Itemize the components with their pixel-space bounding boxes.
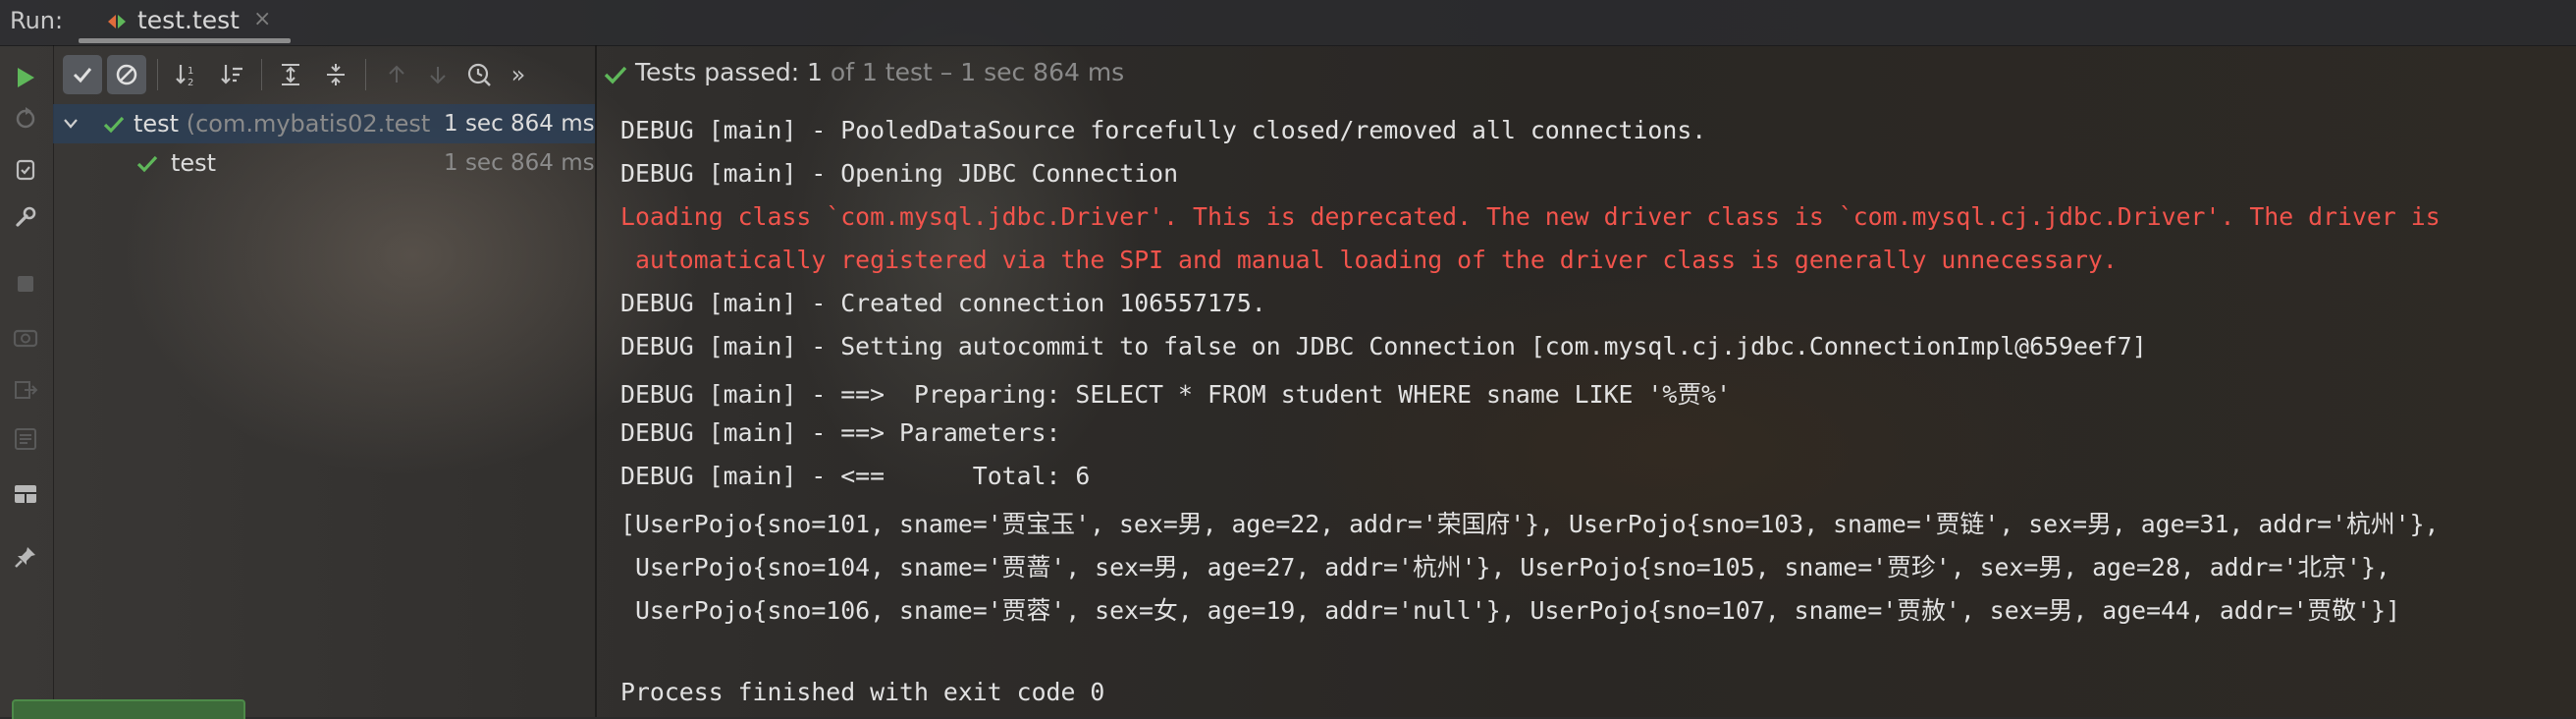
layout-button[interactable]: [9, 477, 42, 511]
collapse-all-button[interactable]: [316, 55, 355, 94]
next-failed-button[interactable]: [418, 55, 457, 94]
sort-duration-icon: [221, 65, 242, 84]
toolbar-separator: [365, 59, 366, 90]
close-icon[interactable]: ×: [253, 7, 271, 31]
layout-icon: [15, 485, 36, 503]
rerun-failed-icon: [16, 107, 35, 129]
tree-child-time: 1 sec 864 ms: [444, 150, 595, 176]
arrow-up-icon: [389, 65, 404, 83]
stop-button[interactable]: [9, 267, 42, 301]
test-tree: test (com.mybatis02.test 1 sec 864 ms te…: [53, 102, 595, 717]
console-line: UserPojo{sno=106, sname='贾蓉', sex=女, age…: [620, 596, 2401, 625]
run-tab-bar: Run: test.test ×: [0, 0, 2576, 46]
bottom-tool-tab[interactable]: [12, 699, 245, 719]
test-toolbar: 12 » Tests passed: 1 of 1 test – 1 sec 8…: [53, 45, 2576, 102]
console-line: [UserPojo{sno=101, sname='贾宝玉', sex=男, a…: [620, 510, 2440, 538]
pass-check-icon: [103, 116, 125, 134]
tree-row-child[interactable]: test 1 sec 864 ms: [53, 143, 595, 183]
run-label: Run:: [10, 7, 64, 34]
console-line: DEBUG [main] - ==> Parameters:: [620, 418, 1076, 447]
expand-all-icon: [282, 64, 299, 85]
overflow-icon: »: [510, 61, 526, 88]
camera-icon: [13, 329, 38, 348]
console-output[interactable]: DEBUG [main] - PooledDataSource forceful…: [597, 102, 2576, 717]
pass-check-icon: [136, 155, 158, 173]
tree-root-time: 1 sec 864 ms: [444, 111, 595, 137]
auto-test-icon: [16, 159, 35, 181]
tree-root-label: test (com.mybatis02.test: [134, 110, 497, 138]
run-tab-label: test.test: [137, 6, 240, 34]
play-icon: [18, 68, 34, 87]
tree-child-label: test: [171, 149, 217, 177]
console-line: DEBUG [main] - ==> Preparing: SELECT * F…: [620, 380, 1732, 409]
toolbar-separator: [261, 59, 262, 90]
threads-icon: [15, 428, 36, 450]
rerun-failed-button[interactable]: [9, 102, 42, 136]
collapse-all-icon: [327, 64, 345, 85]
test-history-button[interactable]: [459, 55, 499, 94]
pin-icon: [15, 547, 35, 568]
console-line: DEBUG [main] - <== Total: 6: [620, 462, 1091, 490]
sort-by-duration-button[interactable]: [212, 55, 251, 94]
tests-passed-check-icon: [604, 66, 627, 84]
run-config-icon: [108, 15, 126, 28]
left-toolbar: [0, 45, 54, 717]
svg-text:2: 2: [188, 78, 193, 88]
svg-text:1: 1: [188, 66, 193, 77]
console-error-line: Loading class `com.mysql.jdbc.Driver'. T…: [620, 202, 2441, 231]
show-ignored-button[interactable]: [107, 55, 146, 94]
history-icon: [467, 63, 491, 86]
rerun-button[interactable]: [9, 61, 42, 94]
toolbar-separator: [157, 59, 158, 90]
sort-alphabetically-button[interactable]: 12: [167, 55, 206, 94]
run-tab-test[interactable]: test.test ×: [79, 0, 293, 45]
tests-detail-label: of 1 test – 1 sec 864 ms: [822, 58, 1125, 86]
expand-all-button[interactable]: [271, 55, 310, 94]
tree-root-class: (com.mybatis02.test: [179, 110, 431, 138]
console-line: Process finished with exit code 0: [620, 678, 1105, 706]
settings-button[interactable]: [9, 200, 42, 234]
console-line: DEBUG [main] - PooledDataSource forceful…: [620, 116, 1707, 144]
screenshot-button[interactable]: [9, 320, 42, 354]
ignored-icon: [116, 64, 137, 85]
console-line: DEBUG [main] - Setting autocommit to fal…: [620, 332, 2147, 360]
sort-alpha-icon: 12: [176, 65, 193, 88]
exit-button[interactable]: [9, 373, 42, 407]
console-line: UserPojo{sno=104, sname='贾蔷', sex=男, age…: [620, 553, 2390, 581]
more-actions-button[interactable]: »: [499, 55, 538, 94]
active-tab-indicator: [79, 38, 291, 43]
test-status: Tests passed: 1 of 1 test – 1 sec 864 ms: [635, 58, 1124, 86]
pin-tab-button[interactable]: [9, 540, 42, 574]
tree-root-name: test: [134, 110, 180, 138]
chevron-down-icon[interactable]: [63, 118, 79, 130]
stop-icon: [18, 276, 33, 292]
dump-threads-button[interactable]: [9, 422, 42, 456]
tree-row-root[interactable]: test (com.mybatis02.test 1 sec 864 ms: [53, 104, 595, 143]
tests-passed-label: Tests passed: 1: [635, 58, 823, 86]
exit-icon: [15, 381, 38, 399]
console-line: DEBUG [main] - Opening JDBC Connection: [620, 159, 1179, 188]
checkmark-icon: [73, 68, 92, 83]
arrow-down-icon: [430, 67, 446, 84]
console-line: DEBUG [main] - Created connection 106557…: [620, 289, 1266, 317]
show-passed-button[interactable]: [63, 55, 102, 94]
previous-failed-button[interactable]: [377, 55, 416, 94]
console-error-line: automatically registered via the SPI and…: [620, 246, 2118, 274]
wrench-icon: [16, 206, 36, 227]
toggle-auto-test-button[interactable]: [9, 153, 42, 187]
